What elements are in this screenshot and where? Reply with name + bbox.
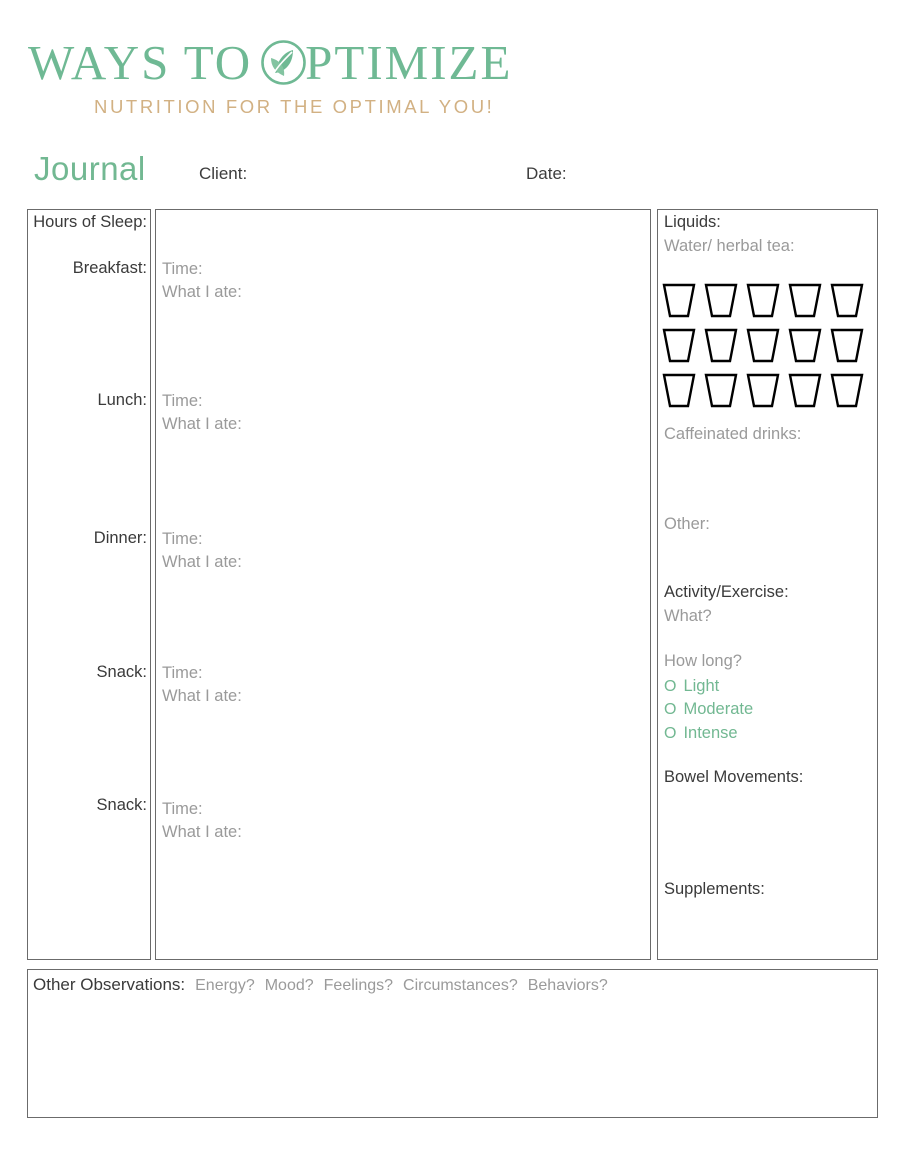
intensity-option-intense[interactable]: O Intense	[664, 722, 738, 745]
brand-logo: WAYS TO PTIMIZE NUTRITION FOR THE OPTIMA…	[28, 35, 510, 126]
intensity-option-light[interactable]: O Light	[664, 675, 719, 698]
caffeinated-drinks-label[interactable]: Caffeinated drinks:	[664, 424, 801, 445]
cup-row[interactable]	[662, 283, 870, 318]
liquids-activity-panel: Liquids: Water/ herbal tea: Caffeinated …	[657, 209, 878, 960]
drinking-glass-icon[interactable]	[704, 283, 738, 318]
other-observations-panel[interactable]: Other Observations: Energy? Mood? Feelin…	[27, 969, 878, 1118]
water-cup-tracker[interactable]	[662, 283, 870, 408]
activity-exercise-heading: Activity/Exercise:	[664, 583, 789, 601]
observation-prompt-circumstances: Circumstances?	[403, 977, 518, 994]
drinking-glass-icon[interactable]	[830, 328, 864, 363]
leaf-in-circle-icon	[260, 39, 307, 86]
radio-circle-icon[interactable]: O	[664, 723, 676, 745]
other-liquids-label[interactable]: Other:	[664, 514, 710, 535]
drinking-glass-icon[interactable]	[704, 328, 738, 363]
drinking-glass-icon[interactable]	[662, 373, 696, 408]
water-herbal-tea-label: Water/ herbal tea:	[664, 237, 795, 255]
drinking-glass-icon[interactable]	[662, 283, 696, 318]
lunch-time-prompt[interactable]: Time:	[162, 390, 203, 413]
drinking-glass-icon[interactable]	[662, 328, 696, 363]
observation-prompt-mood: Mood?	[264, 977, 314, 994]
dinner-time-prompt[interactable]: Time:	[162, 528, 203, 551]
intensity-option-label: Light	[683, 677, 720, 695]
label-dinner: Dinner:	[93, 529, 147, 547]
snack-1-what-i-ate-prompt[interactable]: What I ate:	[162, 685, 242, 708]
intensity-option-label: Moderate	[683, 700, 754, 718]
label-snack-2: Snack:	[96, 796, 147, 814]
label-hours-of-sleep: Hours of Sleep:	[33, 213, 147, 231]
observation-prompt-feelings: Feelings?	[323, 977, 394, 994]
logo-wordmark: WAYS TO PTIMIZE	[28, 35, 510, 90]
snack-2-time-prompt[interactable]: Time:	[162, 798, 203, 821]
observation-prompt-energy: Energy?	[195, 977, 255, 994]
drinking-glass-icon[interactable]	[788, 373, 822, 408]
logo-word-optimize: PTIMIZE	[305, 35, 513, 90]
drinking-glass-icon[interactable]	[788, 328, 822, 363]
supplements-heading[interactable]: Supplements:	[664, 879, 765, 900]
radio-circle-icon[interactable]: O	[664, 699, 676, 721]
breakfast-what-i-ate-prompt[interactable]: What I ate:	[162, 281, 242, 304]
intensity-option-label: Intense	[683, 724, 738, 742]
drinking-glass-icon[interactable]	[746, 373, 780, 408]
radio-circle-icon[interactable]: O	[664, 676, 676, 698]
page-title: Journal	[34, 150, 146, 187]
dinner-what-i-ate-prompt[interactable]: What I ate:	[162, 551, 242, 574]
drinking-glass-icon[interactable]	[746, 328, 780, 363]
label-lunch: Lunch:	[97, 391, 147, 409]
date-field-label[interactable]: Date:	[526, 161, 567, 187]
cup-row[interactable]	[662, 373, 870, 408]
cup-row[interactable]	[662, 328, 870, 363]
logo-tagline: NUTRITION FOR THE OPTIMAL YOU!	[94, 96, 495, 117]
client-field-label[interactable]: Client:	[199, 161, 247, 187]
bowel-movements-heading[interactable]: Bowel Movements:	[664, 767, 803, 788]
drinking-glass-icon[interactable]	[788, 283, 822, 318]
breakfast-time-prompt[interactable]: Time:	[162, 258, 203, 281]
drinking-glass-icon[interactable]	[830, 373, 864, 408]
label-snack-1: Snack:	[96, 663, 147, 681]
journal-page: WAYS TO PTIMIZE NUTRITION FOR THE OPTIMA…	[0, 0, 900, 1165]
activity-what-prompt[interactable]: What?	[664, 606, 712, 627]
label-breakfast: Breakfast:	[72, 259, 147, 277]
other-observations-title: Other Observations:	[33, 975, 186, 994]
meal-label-panel: Hours of Sleep: Breakfast: Lunch: Dinner…	[27, 209, 151, 960]
observations-prompt-line: Other Observations: Energy? Mood? Feelin…	[33, 975, 608, 995]
liquids-heading: Liquids:	[664, 213, 721, 231]
lunch-what-i-ate-prompt[interactable]: What I ate:	[162, 413, 242, 436]
drinking-glass-icon[interactable]	[746, 283, 780, 318]
drinking-glass-icon[interactable]	[704, 373, 738, 408]
title-row: Journal Client: Date:	[34, 148, 634, 190]
snack-2-what-i-ate-prompt[interactable]: What I ate:	[162, 821, 242, 844]
meal-entry-panel[interactable]: Time: What I ate: Time: What I ate: Time…	[155, 209, 651, 960]
snack-1-time-prompt[interactable]: Time:	[162, 662, 203, 685]
intensity-option-moderate[interactable]: O Moderate	[664, 698, 753, 721]
observation-prompt-behaviors: Behaviors?	[527, 977, 608, 994]
drinking-glass-icon[interactable]	[830, 283, 864, 318]
activity-how-long-prompt[interactable]: How long?	[664, 651, 742, 672]
logo-word-ways-to: WAYS TO	[28, 35, 253, 90]
